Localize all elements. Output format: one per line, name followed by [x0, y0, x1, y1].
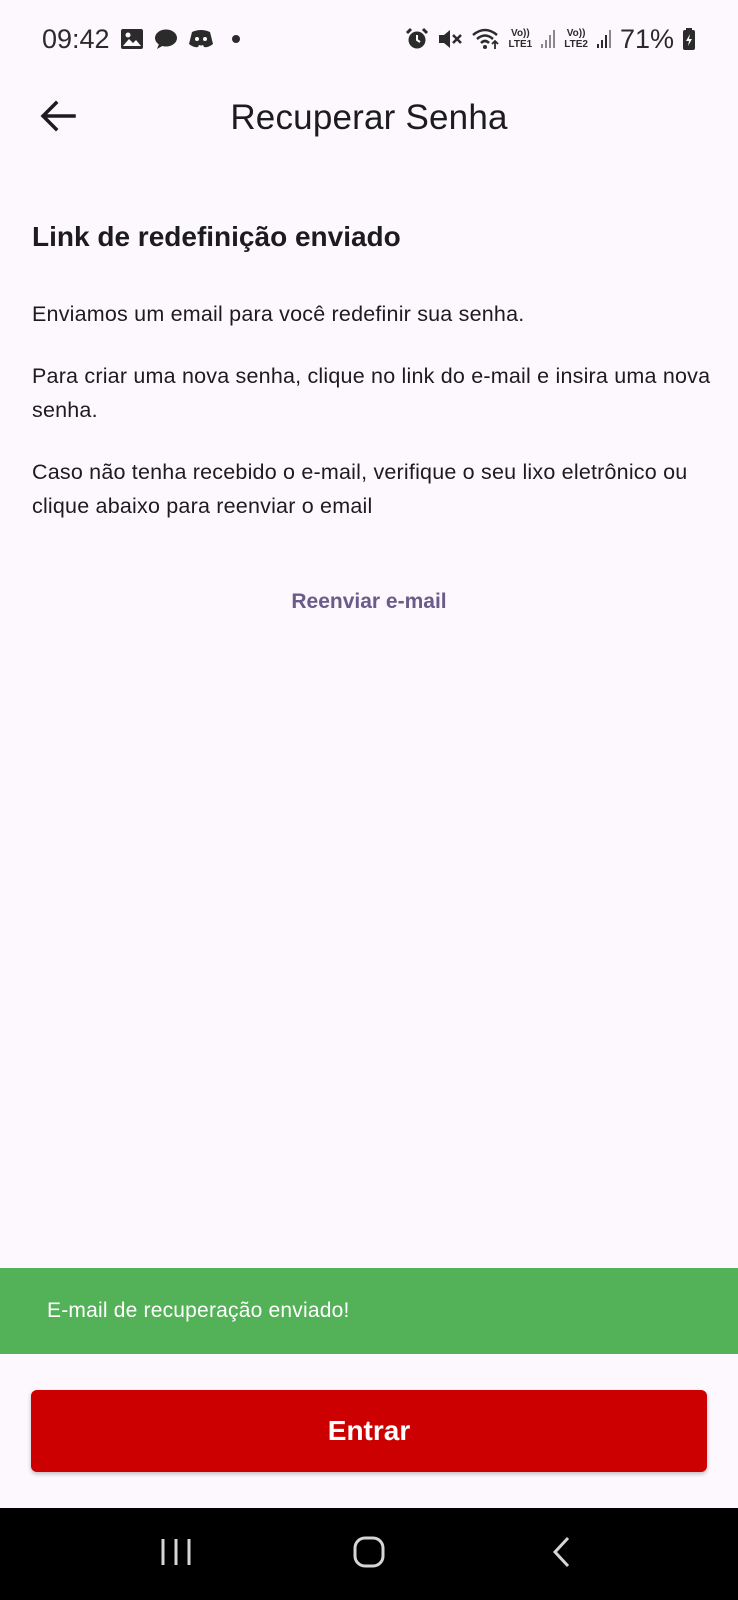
recents-icon	[159, 1537, 193, 1572]
volte1-top: Vo))	[511, 28, 530, 39]
alarm-icon	[405, 27, 429, 51]
signal-icon	[596, 28, 612, 50]
section-heading: Link de redefinição enviado	[32, 221, 401, 252]
status-bar: 09:42 Vo)) LTE1 Vo)) LTE2 71%	[0, 0, 738, 78]
system-nav-bar	[0, 1508, 738, 1600]
content: Link de redefinição enviado Enviamos um …	[32, 215, 712, 551]
volte1-bottom: LTE1	[508, 39, 533, 50]
recents-button[interactable]	[136, 1524, 216, 1584]
volte2-top: Vo))	[566, 28, 586, 39]
arrow-left-icon	[40, 100, 76, 137]
volte2-bottom: LTE2	[564, 39, 588, 50]
chat-icon	[154, 28, 178, 50]
back-icon	[550, 1535, 574, 1574]
signal-icon	[540, 28, 556, 50]
paragraph-email-sent: Enviamos um email para você redefinir su…	[32, 302, 525, 326]
volte-lte2-icon: Vo)) LTE2	[564, 28, 588, 50]
battery-percentage: 71%	[619, 23, 674, 54]
paragraph-spam-hint: Caso não tenha recebido o e-mail, verifi…	[32, 460, 688, 518]
login-button[interactable]: Entrar	[31, 1390, 707, 1472]
battery-icon	[682, 27, 696, 51]
status-right: Vo)) LTE1 Vo)) LTE2 71%	[405, 24, 696, 55]
wifi-icon	[471, 27, 501, 51]
status-left: 09:42	[42, 24, 240, 55]
back-button[interactable]	[30, 90, 86, 146]
volte-lte1-icon: Vo)) LTE1	[509, 28, 533, 50]
paragraph-instructions: Para criar uma nova senha, clique no lin…	[32, 364, 711, 422]
snackbar: E-mail de recuperação enviado!	[0, 1268, 738, 1354]
home-button[interactable]	[329, 1524, 409, 1584]
nav-back-button[interactable]	[522, 1524, 602, 1584]
login-button-label: Entrar	[327, 1415, 411, 1446]
status-time: 09:42	[42, 23, 110, 54]
mute-icon	[437, 27, 463, 51]
gallery-icon	[120, 28, 144, 50]
discord-icon	[188, 28, 214, 50]
page-title: Recuperar Senha	[230, 98, 508, 137]
resend-email-button[interactable]: Reenviar e-mail	[0, 590, 738, 614]
notification-dot	[231, 35, 240, 43]
snackbar-message: E-mail de recuperação enviado!	[47, 1299, 350, 1322]
app-bar: Recuperar Senha	[0, 78, 738, 158]
home-icon	[352, 1535, 386, 1574]
